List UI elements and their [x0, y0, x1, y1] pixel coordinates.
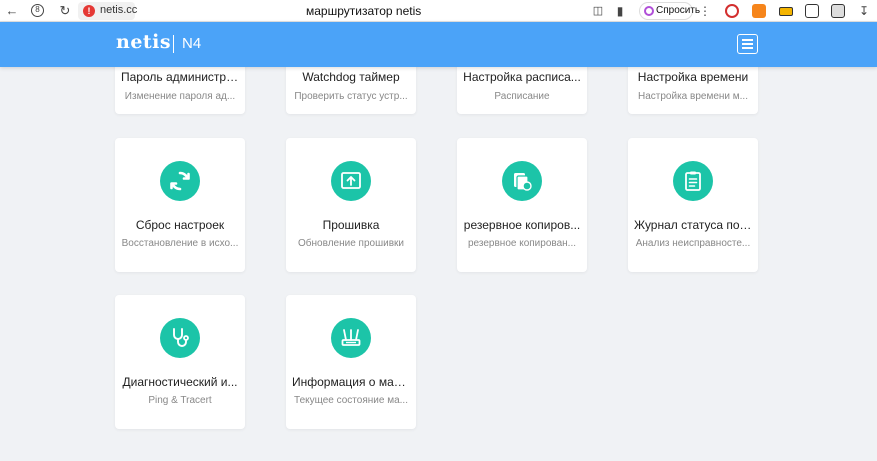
card-subtitle: Настройка времени м... [638, 91, 748, 102]
card-subtitle: резервное копирован... [467, 238, 577, 249]
logo-divider [173, 35, 174, 53]
card-title: Диагностический и... [122, 375, 238, 389]
card-admin-password[interactable]: Пароль администра... Изменение пароля ад… [115, 67, 245, 114]
card-time-settings[interactable]: Настройка времени Настройка времени м... [628, 67, 758, 114]
card-firmware[interactable]: Прошивка Обновление прошивки [286, 138, 416, 272]
menu-line [742, 47, 753, 49]
page-title: маршрутизатор netis [306, 4, 422, 18]
stethoscope-icon [160, 318, 200, 358]
bookmark-icon[interactable]: ▮ [612, 3, 628, 19]
translate-icon[interactable]: ◫ [590, 3, 606, 19]
card-title: Пароль администра... [121, 70, 239, 84]
upload-icon [331, 161, 371, 201]
reload-icon[interactable]: ↻ [57, 3, 73, 19]
menu-line [742, 39, 753, 41]
sync-icon [160, 161, 200, 201]
card-schedule[interactable]: Настройка расписа... Расписание [457, 67, 587, 114]
card-title: Сброс настроек [135, 218, 225, 232]
card-title: Прошивка [322, 218, 380, 232]
card-subtitle: Проверить статус устр... [294, 91, 408, 102]
card-backup[interactable]: резервное копиров... резервное копирован… [457, 138, 587, 272]
card-title: Настройка расписа... [463, 70, 581, 84]
ask-ai-label: Спросить [656, 5, 701, 16]
app-header: netis N4 [0, 22, 877, 67]
yandex-icon[interactable]: 8 [31, 4, 44, 17]
back-icon[interactable]: ← [4, 3, 20, 19]
card-title: Настройка времени [637, 70, 749, 84]
menu-line [742, 43, 753, 45]
backup-icon [502, 161, 542, 201]
card-watchdog[interactable]: Watchdog таймер Проверить статус устр... [286, 67, 416, 114]
record-extension-icon[interactable] [725, 4, 739, 18]
ai-icon [644, 6, 654, 16]
clipboard-icon [673, 161, 713, 201]
card-subtitle: Анализ неисправносте... [635, 238, 751, 249]
card-subtitle: Восстановление в исхо... [121, 238, 239, 249]
profile-icon[interactable] [831, 4, 845, 18]
router-icon [331, 318, 371, 358]
card-title: резервное копиров... [463, 218, 581, 232]
address-bar[interactable]: ! netis.cc [78, 2, 138, 20]
card-subtitle: Обновление прошивки [298, 238, 404, 249]
card-subtitle: Ping & Tracert [148, 395, 212, 406]
card-title: Журнал статуса под... [634, 218, 752, 232]
card-status-log[interactable]: Журнал статуса под... Анализ неисправнос… [628, 138, 758, 272]
settings-grid: Пароль администра... Изменение пароля ад… [0, 67, 877, 461]
card-title: Информация о мар... [292, 375, 410, 389]
warning-icon: ! [83, 5, 95, 17]
address-url: netis.cc [100, 4, 138, 16]
ask-ai-button[interactable]: Спросить [639, 2, 700, 20]
download-icon[interactable]: ↧ [856, 3, 872, 19]
card-router-info[interactable]: Информация о мар... Текущее состояние ма… [286, 295, 416, 429]
card-diagnostics[interactable]: Диагностический и... Ping & Tracert [115, 295, 245, 429]
model-name: N4 [182, 35, 202, 52]
menu-button[interactable] [737, 34, 758, 54]
browser-toolbar: ← 8 ↻ ! netis.cc маршрутизатор netis ◫ ▮… [0, 0, 877, 22]
card-title: Watchdog таймер [302, 70, 400, 84]
battery-icon[interactable] [779, 7, 793, 16]
extension-icon[interactable] [805, 4, 819, 18]
card-subtitle: Текущее состояние ма... [294, 395, 408, 406]
more-icon[interactable]: ⋮ [697, 3, 713, 19]
metamask-icon[interactable] [752, 4, 766, 18]
card-subtitle: Изменение пароля ад... [124, 91, 236, 102]
card-factory-reset[interactable]: Сброс настроек Восстановление в исхо... [115, 138, 245, 272]
card-subtitle: Расписание [494, 91, 550, 102]
brand-logo[interactable]: netis [116, 31, 171, 53]
